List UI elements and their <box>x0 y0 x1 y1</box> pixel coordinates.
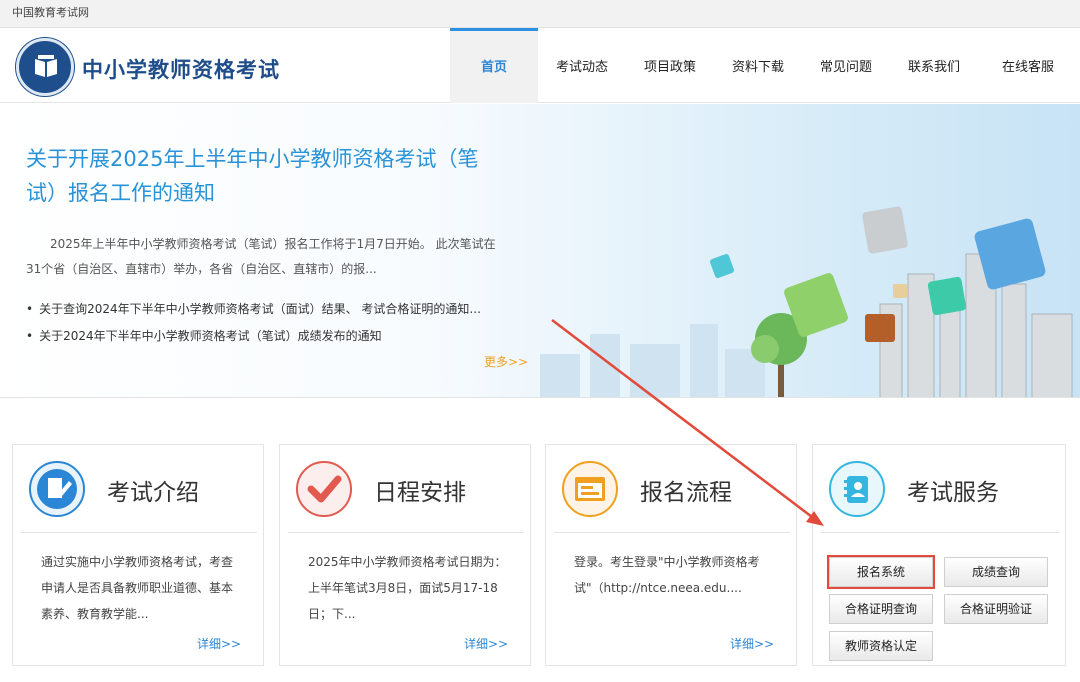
card-exam-intro: 考试介绍 通过实施中小学教师资格考试，考查申请人是否具备教师职业道德、基本素养、… <box>12 444 264 666</box>
card-title: 考试介绍 <box>107 480 199 506</box>
card-title: 日程安排 <box>374 480 466 506</box>
card-more-link[interactable]: 详细>> <box>197 635 241 652</box>
book-icon <box>35 55 57 77</box>
nav-home[interactable]: 首页 <box>450 28 538 103</box>
card-schedule: 日程安排 2025年中小学教师资格考试日期为：上半年笔试3月8日，面试5月17-… <box>279 444 531 666</box>
banner: 关于开展2025年上半年中小学教师资格考试（笔试）报名工作的通知 2025年上半… <box>0 104 1080 398</box>
news-item[interactable]: 关于查询2024年下半年中小学教师资格考试（面试）结果、 考试合格证明的通知..… <box>26 296 516 323</box>
document-pen-icon <box>29 461 85 517</box>
main-nav: 首页 考试动态 项目政策 资料下载 常见问题 联系我们 在线客服 <box>450 28 1078 103</box>
banner-summary: 2025年上半年中小学教师资格考试（笔试）报名工作将于1月7日开始。 此次笔试在… <box>26 237 496 276</box>
site-title: 中小学教师资格考试 <box>82 58 280 82</box>
card-body: 2025年中小学教师资格考试日期为：上半年笔试3月8日，面试5月17-18日；下… <box>308 555 507 621</box>
nav-faq[interactable]: 常见问题 <box>802 28 890 103</box>
city-illustration <box>540 206 1073 397</box>
card-registration-process: 报名流程 登录。考生登录"中小学教师资格考试"（http://ntce.neea… <box>545 444 797 666</box>
nav-contact[interactable]: 联系我们 <box>890 28 978 103</box>
nav-downloads[interactable]: 资料下载 <box>714 28 802 103</box>
card-body: 登录。考生登录"中小学教师资格考试"（http://ntce.neea.edu.… <box>574 555 760 595</box>
certificate-query-button[interactable]: 合格证明查询 <box>829 594 933 624</box>
news-item[interactable]: 关于2024年下半年中小学教师资格考试（笔试）成绩发布的通知 <box>26 323 516 350</box>
card-title: 报名流程 <box>640 480 732 506</box>
browser-form-icon <box>562 461 618 517</box>
header: 中小学教师资格考试 首页 考试动态 项目政策 资料下载 常见问题 联系我们 在线… <box>0 28 1080 103</box>
nav-policy[interactable]: 项目政策 <box>626 28 714 103</box>
card-more-link[interactable]: 详细>> <box>464 635 508 652</box>
card-title: 考试服务 <box>907 480 999 506</box>
certificate-verify-button[interactable]: 合格证明验证 <box>944 594 1048 624</box>
card-more-link[interactable]: 详细>> <box>730 635 774 652</box>
banner-headline[interactable]: 关于开展2025年上半年中小学教师资格考试（笔试）报名工作的通知 <box>26 142 506 210</box>
logo[interactable] <box>16 38 74 96</box>
score-query-button[interactable]: 成绩查询 <box>944 557 1048 587</box>
nav-exam-news[interactable]: 考试动态 <box>538 28 626 103</box>
nav-online-service[interactable]: 在线客服 <box>978 28 1078 103</box>
topbar: 中国教育考试网 <box>0 0 1080 28</box>
card-exam-services: 考试服务 报名系统 成绩查询 合格证明查询 合格证明验证 教师资格认定 <box>812 444 1066 666</box>
card-body: 通过实施中小学教师资格考试，考查申请人是否具备教师职业道德、基本素养、教育教学能… <box>41 555 234 621</box>
teacher-qualification-button[interactable]: 教师资格认定 <box>829 631 933 661</box>
contact-book-icon <box>829 461 885 517</box>
site-link[interactable]: 中国教育考试网 <box>12 6 89 19</box>
registration-system-button[interactable]: 报名系统 <box>829 557 933 587</box>
news-list: 关于查询2024年下半年中小学教师资格考试（面试）结果、 考试合格证明的通知..… <box>26 296 516 350</box>
checkmark-icon <box>296 461 352 517</box>
